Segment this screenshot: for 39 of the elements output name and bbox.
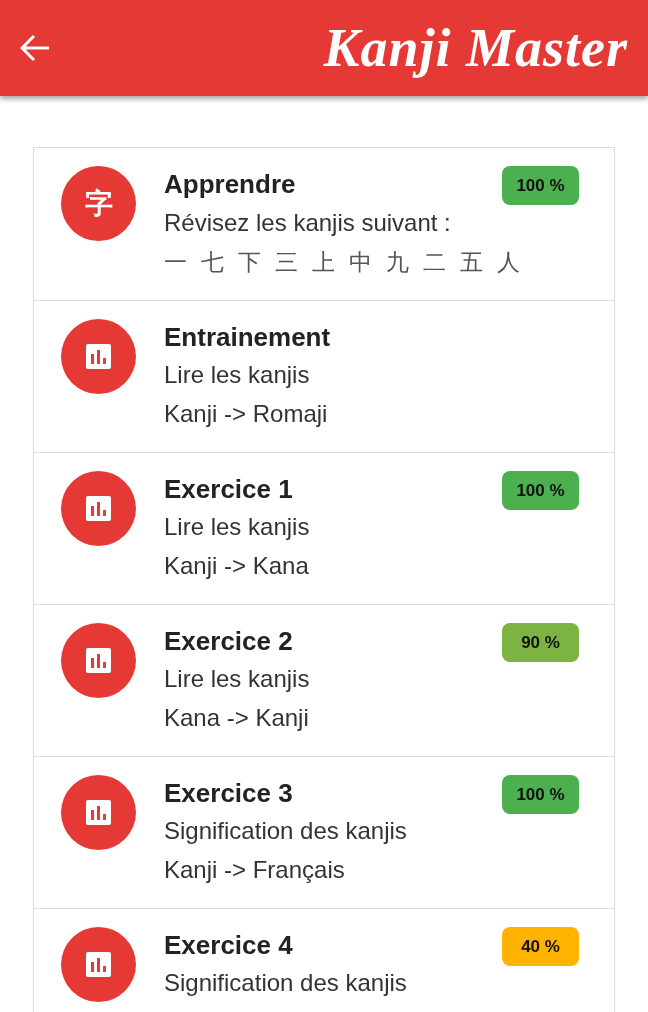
lesson-detail: Lire les kanjis <box>164 664 311 694</box>
chart-icon <box>61 775 136 850</box>
kanji-icon: 字 <box>61 166 136 241</box>
lesson-detail: Signification des kanjis <box>164 968 408 998</box>
lesson-detail: Kana -> Kanji <box>164 702 310 733</box>
score-badge: 40 % <box>502 927 579 966</box>
kanji-character: 九 <box>386 247 409 276</box>
score-badge: 100 % <box>502 775 579 814</box>
kanji-character: 上 <box>312 247 335 276</box>
lesson-title: Entrainement <box>164 321 332 354</box>
lesson-title: Exercice 3 <box>164 777 294 810</box>
kanji-character: 下 <box>238 247 261 276</box>
kanji-character: 中 <box>349 247 372 276</box>
kanji-character: 三 <box>275 247 298 276</box>
kanji-character: 人 <box>497 247 520 276</box>
lesson-detail: Kanji -> Kana <box>164 550 310 581</box>
chart-icon <box>61 471 136 546</box>
score-badge: 100 % <box>502 166 579 205</box>
chart-icon <box>61 927 136 1002</box>
lesson-detail: Kanji -> Français <box>164 854 346 885</box>
kanji-character: 二 <box>423 247 446 276</box>
kanji-character: 一 <box>164 247 187 276</box>
lesson-detail: Signification des kanjis <box>164 816 408 846</box>
score-badge: 90 % <box>502 623 579 662</box>
lesson-title: Exercice 1 <box>164 473 294 506</box>
score-badge: 100 % <box>502 471 579 510</box>
lesson-detail: Kanji -> Romaji <box>164 398 329 429</box>
kanji-character: 五 <box>460 247 483 276</box>
lesson-title: Exercice 2 <box>164 625 294 658</box>
kanji-character: 七 <box>201 247 224 276</box>
lesson-title: Exercice 4 <box>164 929 294 962</box>
lesson-description: Révisez les kanjis suivant : <box>164 208 452 238</box>
chart-icon <box>61 623 136 698</box>
back-arrow-icon <box>20 34 50 62</box>
lesson-detail: Lire les kanjis <box>164 512 311 542</box>
app-logo: Kanji Master <box>323 18 628 78</box>
lesson-title: Apprendre <box>164 168 297 201</box>
lesson-detail: Lire les kanjis <box>164 360 311 390</box>
chart-icon <box>61 319 136 394</box>
